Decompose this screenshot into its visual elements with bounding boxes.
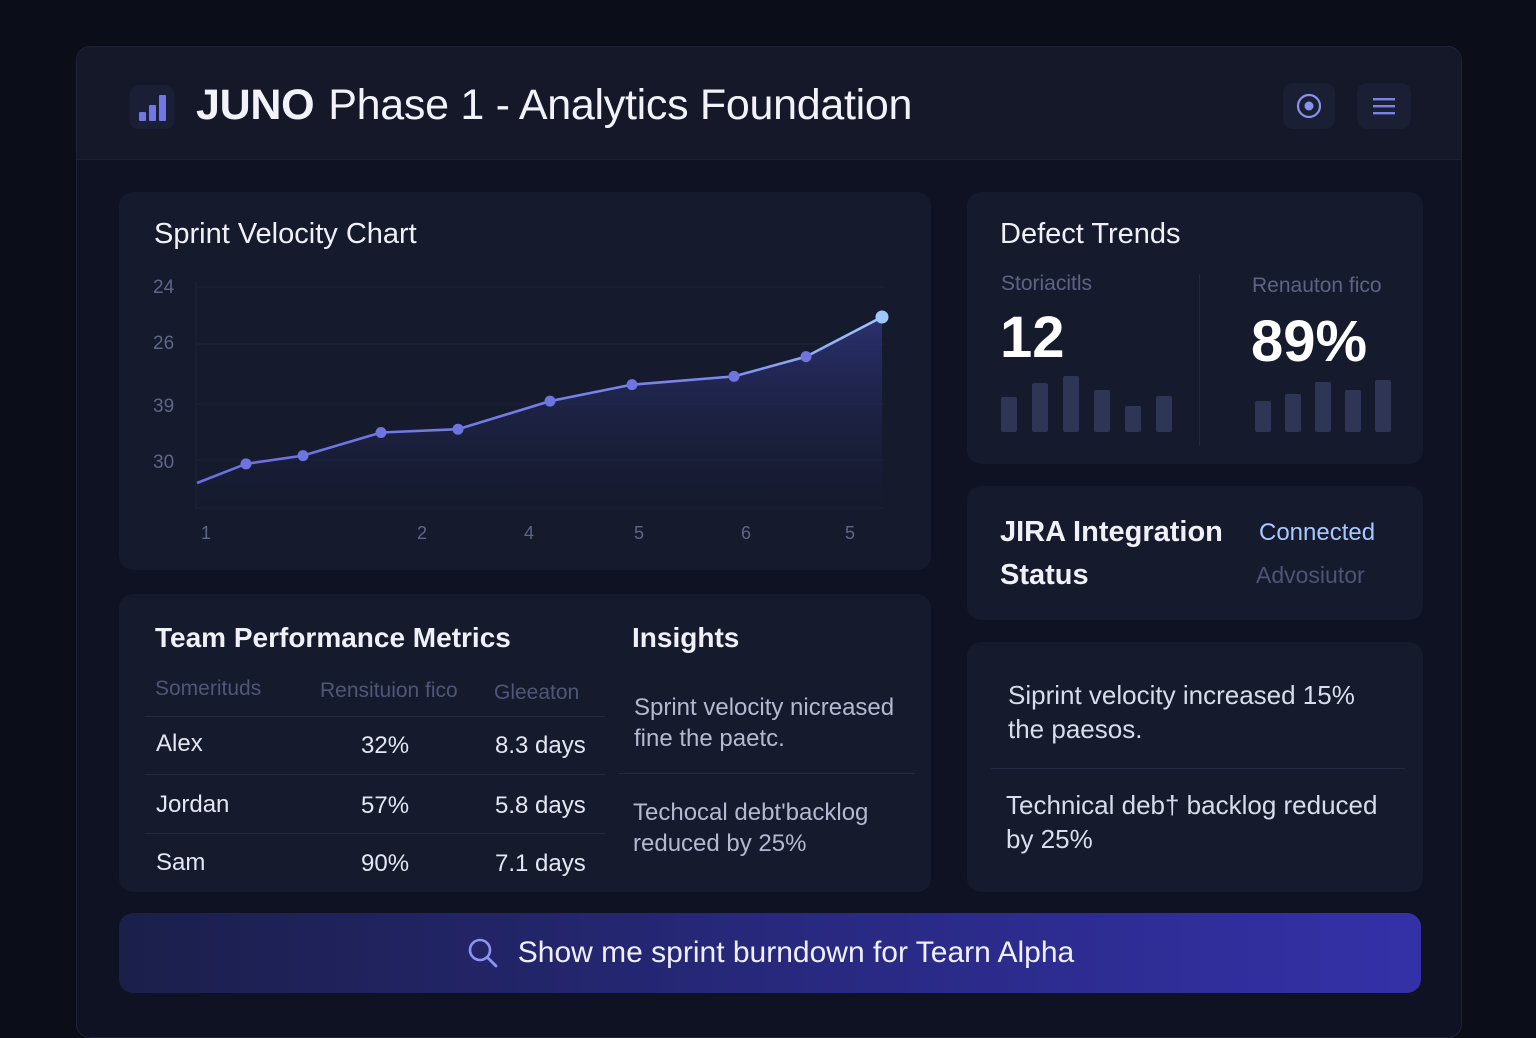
y-tick-label: 26	[153, 333, 174, 354]
target-icon	[1296, 93, 1322, 119]
defect-right-label: Renauton fico	[1252, 274, 1382, 297]
team-col-name: Somerituds	[155, 677, 262, 700]
query-bar[interactable]: Show me sprint burndown for Tearn Alpha	[119, 913, 1421, 993]
row-rate: 90%	[361, 850, 410, 877]
table-divider	[145, 833, 605, 834]
brand-name: JUNO	[196, 81, 315, 129]
x-tick-label: 2	[417, 523, 427, 543]
velocity-point	[297, 450, 309, 462]
velocity-point	[375, 427, 387, 438]
y-tick-label: 30	[153, 452, 174, 473]
defect-bar	[1285, 394, 1301, 432]
row-name: Jordan	[156, 791, 230, 818]
y-tick-label: 24	[153, 277, 175, 298]
insights-title: Insights	[632, 622, 740, 653]
insight-item: Sprint velocity nicreased fine the paetc…	[634, 694, 895, 752]
jira-title-line1: JIRA Integration	[1000, 516, 1223, 548]
defect-bar	[1001, 397, 1017, 432]
defect-bar	[1375, 380, 1391, 432]
defect-bar	[1156, 396, 1172, 432]
project-title: Phase 1 - Analytics Foundation	[328, 81, 913, 129]
menu-icon	[1373, 98, 1395, 115]
velocity-point	[240, 458, 252, 470]
defect-card: Defect Trends Storiacitls 12 Renauton fi…	[967, 192, 1423, 464]
row-time: 8.3 days	[495, 732, 586, 759]
summary-card: Siprint velocity increased 15% the paeso…	[967, 642, 1423, 892]
defect-bar	[1094, 390, 1110, 432]
defect-bar	[1063, 376, 1079, 432]
defect-bar	[1345, 390, 1361, 432]
team-title: Team Performance Metrics	[155, 622, 511, 653]
table-divider	[145, 716, 605, 717]
velocity-point	[800, 351, 812, 363]
summary-divider	[991, 768, 1405, 769]
search-icon	[468, 938, 498, 968]
app-window: JUNO Phase 1 - Analytics Foundation Sprin…	[76, 46, 1462, 1038]
velocity-chart: 242639301 2 4 5 6 5	[153, 277, 889, 543]
defect-bar	[1125, 406, 1141, 432]
row-time: 5.8 days	[495, 792, 586, 819]
y-tick-label: 39	[153, 396, 174, 417]
defect-bar	[1255, 401, 1271, 432]
defect-left-label: Storiacitls	[1001, 272, 1093, 295]
jira-status-sub: Advosiutor	[1256, 562, 1365, 588]
velocity-point	[728, 370, 740, 382]
jira-card: JIRA Integration Status Connected Advosi…	[967, 486, 1423, 620]
row-rate: 57%	[361, 792, 410, 819]
jira-title-line2: Status	[1000, 559, 1089, 591]
velocity-point	[626, 379, 638, 391]
target-button[interactable]	[1283, 83, 1335, 129]
x-tick-label: 4	[524, 523, 534, 543]
row-name: Sam	[156, 849, 206, 876]
page-title: JUNO Phase 1 - Analytics Foundation	[196, 81, 912, 130]
defect-left-value: 12	[1000, 305, 1065, 370]
defect-bar	[1032, 383, 1048, 432]
defect-right-value: 89%	[1251, 309, 1368, 374]
x-tick-label: 5	[845, 523, 855, 543]
velocity-area	[197, 317, 882, 508]
defect-bar	[1315, 382, 1331, 432]
row-rate: 32%	[361, 732, 410, 759]
team-col-time: Gleeaton	[494, 681, 580, 704]
jira-status-badge: Connected	[1259, 519, 1376, 546]
x-tick-label: 5	[634, 523, 644, 543]
bar-chart-icon	[130, 85, 174, 129]
team-col-rate: Rensituion fico	[320, 679, 458, 702]
velocity-point	[544, 395, 556, 407]
x-tick-label: 6	[741, 523, 751, 543]
insights-divider	[619, 773, 915, 774]
defect-divider	[1199, 274, 1200, 446]
query-text: Show me sprint burndown for Tearn Alpha	[517, 936, 1075, 969]
team-card: Team Performance Metrics Somerituds Rens…	[119, 594, 931, 892]
row-name: Alex	[156, 730, 203, 757]
defect-right-sparkbars	[1255, 376, 1395, 432]
x-tick-label: 1	[201, 523, 211, 543]
velocity-card: Sprint Velocity Chart 24 26 39 30 1 2 4 5 6 5	[119, 192, 931, 570]
menu-button[interactable]	[1357, 83, 1411, 129]
insight-item: Techocal debt'backlog reduced by 25%	[633, 799, 869, 857]
row-time: 7.1 days	[495, 850, 586, 877]
summary-item: Technical deb† backlog reduced by 25%	[1006, 790, 1378, 854]
summary-item: Siprint velocity increased 15% the paeso…	[1008, 680, 1355, 744]
defect-left-sparkbars	[1001, 376, 1172, 432]
table-divider	[145, 774, 605, 775]
header: JUNO Phase 1 - Analytics Foundation	[77, 47, 1461, 160]
velocity-point	[875, 310, 889, 324]
defect-title: Defect Trends	[1000, 218, 1181, 250]
velocity-point	[452, 423, 464, 435]
